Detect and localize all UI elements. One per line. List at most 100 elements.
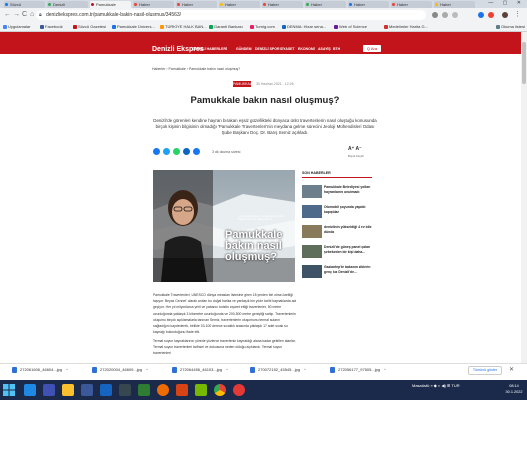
bookmark-item[interactable]: DENMA: Hizar sena... (282, 22, 326, 32)
nvidia-icon[interactable] (195, 384, 207, 396)
bookmark-item[interactable]: Okuma listesi (496, 22, 525, 32)
window-controls[interactable]: — ▢ ✕ (488, 0, 525, 8)
browser-tab[interactable]: Haber (176, 1, 217, 8)
news-headline: Otomobil şoyunda yapıldı kapıştılar (324, 205, 366, 214)
download-item[interactable]: 272061606_46604...jpg ^ (12, 367, 68, 373)
download-item[interactable]: 272064456_46103...jpg ^ (172, 367, 228, 373)
browser-tab[interactable]: Haber (391, 1, 432, 8)
clock[interactable]: 08:14 30.1.2022 (503, 383, 525, 395)
yandex-icon[interactable] (233, 384, 245, 396)
powerpoint-icon[interactable] (176, 384, 188, 396)
download-item[interactable]: 270072152_45545...jpg ^ (250, 367, 306, 373)
system-tray[interactable]: Masaüstü » ◆ ◐ ◀) ⊞ TUR (412, 383, 460, 388)
browser-tab[interactable]: Haber (434, 1, 475, 8)
chevron-up-icon[interactable]: ^ (66, 367, 68, 372)
category-badge[interactable]: PAMUKKALE (233, 81, 254, 87)
file-icon (172, 367, 177, 373)
browser-tab[interactable]: Haber (305, 1, 346, 8)
site-menu-item[interactable]: GÜNDEM (236, 47, 252, 51)
files-icon[interactable] (43, 384, 55, 396)
download-item[interactable]: 272020004_46609...jpg ^ (92, 367, 148, 373)
calculator-icon[interactable] (119, 384, 131, 396)
show-all-downloads-button[interactable]: Tümünü göster (468, 366, 502, 375)
favicon-icon (263, 3, 266, 6)
share-icon[interactable] (442, 12, 448, 18)
site-menu-item[interactable]: ASAYİŞ (318, 47, 331, 51)
whatsapp-icon[interactable] (173, 148, 180, 155)
sidebar-news-item[interactable]: Denizli'de güneş panel çalan şebekeden b… (302, 245, 374, 263)
browser-tab[interactable]: Pamukkale (90, 1, 131, 8)
explorer-icon[interactable] (62, 384, 74, 396)
forward-icon[interactable]: → (13, 10, 20, 20)
search-button[interactable]: Q Ara (363, 45, 381, 52)
bookmark-label: Web of Science (339, 24, 367, 29)
bookmark-item[interactable]: Uygulamalar (3, 22, 30, 32)
reload-icon[interactable]: C (22, 10, 27, 20)
ie-icon[interactable] (24, 384, 36, 396)
news-thumbnail (302, 265, 322, 278)
browser-tab[interactable]: Haber (348, 1, 389, 8)
home-icon[interactable]: ⌂ (30, 10, 34, 20)
sidebar-news-item[interactable]: Pamukkale Belediyesi yolları hayranların… (302, 185, 374, 203)
extension-icon[interactable] (488, 12, 494, 18)
sidebar-news-item[interactable]: denizlinin yükseldiği 4 ev bile dünda (302, 225, 374, 243)
bookmark-item[interactable]: Turnig.com (250, 22, 275, 32)
bookmark-item[interactable]: TÜRKİYE HALK BAN... (160, 22, 207, 32)
site-menu-item[interactable]: DENİZLİ SPOR (255, 47, 280, 51)
facebook-icon[interactable] (153, 148, 160, 155)
extension-icon[interactable] (478, 12, 484, 18)
news-thumbnail (302, 205, 322, 218)
chevron-up-icon[interactable]: ^ (146, 367, 148, 372)
browser-tab[interactable]: Sözcü (4, 1, 45, 8)
menu-icon[interactable]: ⋮ (514, 10, 521, 20)
avatar[interactable] (502, 12, 508, 18)
site-menu-item[interactable]: SİYASET (280, 47, 295, 51)
download-item[interactable]: 272056177_97505...jpg ^ (330, 367, 386, 373)
bookmark-item[interactable]: Sözcü Gazetesi (73, 22, 106, 32)
excel-icon[interactable] (138, 384, 150, 396)
hero-image[interactable] (153, 170, 295, 282)
bookmark-item[interactable]: Web of Science (334, 22, 367, 32)
star-icon[interactable] (452, 12, 458, 18)
sidebar-news-item[interactable]: Gaziantep'te bakanın ziklerin genç kız D… (302, 265, 374, 283)
hero-caption: Jeoloji Mühendisleri Odası Denizli Şube … (238, 215, 284, 221)
url-bar[interactable]: 🔒︎ denizliekspres.com.tr/pamukkale-bakin… (36, 10, 426, 20)
chrome-icon[interactable] (214, 384, 226, 396)
twitter-icon[interactable] (163, 148, 170, 155)
sidebar-divider (302, 177, 372, 178)
chevron-up-icon[interactable]: ^ (384, 367, 386, 372)
chevron-up-icon[interactable]: ^ (226, 367, 228, 372)
facebook-icon[interactable] (81, 384, 93, 396)
search-icon[interactable] (432, 12, 438, 18)
news-thumbnail (302, 225, 322, 238)
browser-tab[interactable]: Denizli (47, 1, 88, 8)
word-icon[interactable] (100, 384, 112, 396)
chevron-up-icon[interactable]: ^ (304, 367, 306, 372)
browser-tab[interactable]: Haber (262, 1, 303, 8)
bookmark-item[interactable]: Medelimler Harita G... (384, 22, 428, 32)
bookmark-item[interactable]: Pamukkale Ünivers... (112, 22, 155, 32)
browser-tab[interactable]: Haber (133, 1, 174, 8)
tab-label: Haber (397, 2, 408, 7)
messenger-icon[interactable] (193, 148, 200, 155)
breadcrumb[interactable]: Haberler › Pamukkale › Pamukkale bakın n… (152, 67, 240, 71)
site-menu-item[interactable]: BTH (333, 47, 340, 51)
news-thumbnail (302, 185, 322, 198)
site-menu-item[interactable]: DENİZLİ HABERLERİ (192, 47, 227, 51)
bookmark-icon (496, 25, 500, 29)
bookmark-item[interactable]: Facebook (40, 22, 63, 32)
font-size-controls[interactable]: A⁺ A⁻ (348, 146, 362, 152)
download-filename: 270072152_45545...jpg (258, 367, 301, 372)
back-icon[interactable]: ← (4, 10, 11, 20)
close-icon[interactable]: ✕ (509, 366, 514, 373)
windows-start-icon[interactable] (3, 384, 15, 396)
news-headline: Denizli'de güneş panel çalan şebekeden b… (324, 245, 371, 254)
bookmark-item[interactable]: Garanti Bankası (209, 22, 243, 32)
site-menu-item[interactable]: EKONOMİ (298, 47, 315, 51)
linkedin-icon[interactable] (183, 148, 190, 155)
sidebar-news-item[interactable]: Otomobil şoyunda yapıldı kapıştılar (302, 205, 374, 223)
browser-tab[interactable]: Haber (219, 1, 260, 8)
scrollbar-thumb[interactable] (522, 42, 526, 84)
firefox-icon[interactable] (157, 384, 169, 396)
article-summary: Denizli'de görenleri kendine hayran bıra… (153, 118, 377, 135)
